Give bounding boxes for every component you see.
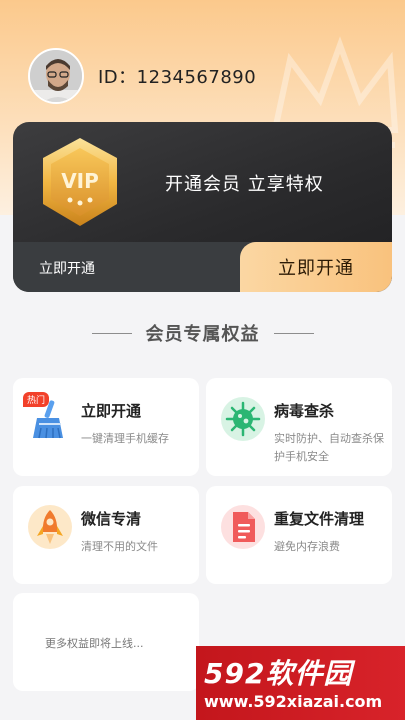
- site-watermark: 592软件园 www.592xiazai.com: [196, 646, 405, 720]
- avatar[interactable]: [28, 48, 84, 104]
- benefit-title: 重复文件清理: [274, 510, 365, 528]
- benefit-desc: 清理不用的文件: [81, 540, 158, 553]
- user-profile: ID：1234567890: [28, 48, 256, 104]
- divider-right: [273, 332, 314, 334]
- benefit-card-duplicate-files[interactable]: 重复文件清理 避免内存浪费: [206, 486, 392, 584]
- benefit-title: 立即开通: [81, 402, 142, 420]
- benefit-card-wechat-clean[interactable]: 微信专清 清理不用的文件: [13, 486, 199, 584]
- hot-tag: 热门: [23, 392, 50, 407]
- avatar-image-icon: [30, 50, 82, 102]
- vip-badge-icon: VIP: [43, 138, 117, 226]
- watermark-url: www.592xiazai.com: [204, 692, 383, 711]
- benefit-card-quick-open[interactable]: 热门 立即开通 一键清理手机缓存: [13, 378, 199, 476]
- benefit-card-virus-scan[interactable]: 病毒查杀 实时防护、自动查杀保护手机安全: [206, 378, 392, 476]
- benefit-desc: 一键清理手机缓存: [81, 432, 169, 445]
- more-benefits-text: 更多权益即将上线...: [45, 637, 144, 650]
- vip-slogan: 开通会员 立享特权: [165, 174, 324, 195]
- vip-bottom-bar: 立即开通 立即开通: [13, 242, 392, 292]
- virus-icon: [220, 396, 266, 442]
- vip-bottom-label: 立即开通: [39, 261, 95, 277]
- vip-card: VIP 开通会员 立享特权 立即开通 立即开通: [13, 122, 392, 292]
- rocket-icon: [27, 504, 73, 550]
- section-title: 会员专属权益: [145, 324, 260, 345]
- benefit-title: 病毒查杀: [274, 402, 335, 420]
- benefit-title: 微信专清: [81, 510, 142, 528]
- watermark-logo: 592软件园: [204, 657, 353, 690]
- open-vip-button[interactable]: 立即开通: [240, 242, 392, 292]
- divider-left: [91, 332, 132, 334]
- benefit-desc: 避免内存浪费: [274, 540, 340, 553]
- more-benefits-card: 更多权益即将上线...: [13, 593, 199, 691]
- user-id: ID：1234567890: [98, 67, 257, 88]
- document-icon: [220, 504, 266, 550]
- vip-badge-text: VIP: [61, 169, 99, 193]
- broom-icon: 热门: [23, 392, 73, 442]
- benefit-desc: 实时防护、自动查杀保护手机安全: [274, 432, 384, 463]
- section-heading: 会员专属权益: [0, 318, 405, 348]
